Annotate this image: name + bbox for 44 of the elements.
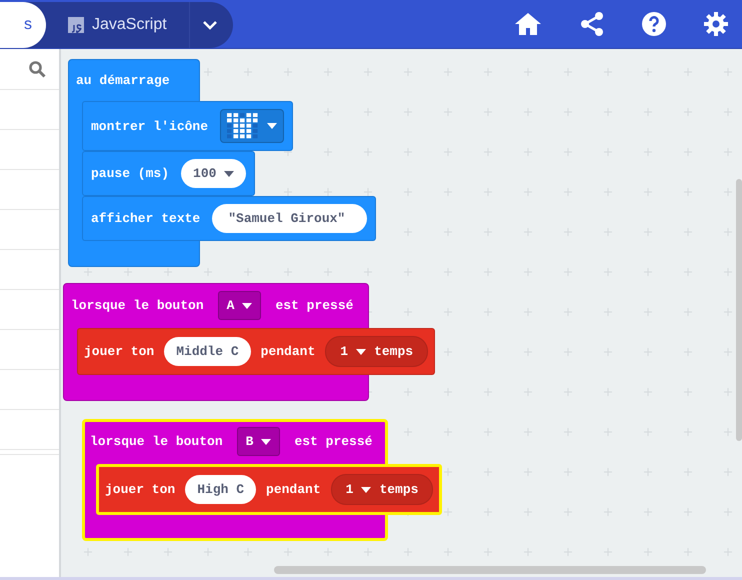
editor-tab[interactable]: JavaScript: [46, 2, 189, 48]
icon-dropdown[interactable]: [220, 109, 284, 143]
caret-icon: [261, 438, 272, 444]
caret-icon: [267, 123, 278, 129]
block-label: montrer l'icône: [91, 118, 208, 134]
caret-icon: [361, 486, 372, 492]
horizontal-scrollbar[interactable]: [274, 566, 706, 574]
note-field[interactable]: High C: [185, 475, 256, 504]
block-label: est pressé: [275, 298, 354, 313]
javascript-file-icon: [68, 17, 84, 33]
button-dropdown[interactable]: A: [218, 291, 262, 320]
caret-icon: [242, 302, 252, 308]
block-label: pendant: [260, 344, 316, 359]
help-icon[interactable]: [642, 12, 666, 36]
block-label: pendant: [266, 482, 321, 497]
search-icon[interactable]: [29, 61, 46, 78]
share-icon[interactable]: [580, 12, 604, 36]
caret-icon: [224, 170, 234, 176]
statement-block[interactable]: pause (ms) 100: [82, 151, 256, 196]
block-label: au démarrage: [76, 72, 170, 88]
block-label: lorsque le bouton: [71, 298, 204, 313]
block-label: lorsque le bouton: [90, 434, 223, 449]
vertical-scrollbar[interactable]: [736, 179, 742, 441]
chevron-down-icon: [202, 20, 218, 30]
note-field[interactable]: Middle C: [164, 337, 251, 366]
button-dropdown[interactable]: B: [236, 427, 280, 456]
text-field[interactable]: "Samuel Giroux": [212, 204, 368, 233]
block-label: jouer ton: [105, 482, 176, 497]
block-label: pause (ms): [91, 166, 170, 181]
statement-block[interactable]: montrer l'icône: [82, 101, 294, 151]
block-label: afficher texte: [91, 211, 200, 226]
home-icon[interactable]: [514, 12, 542, 36]
editor-tab[interactable]: s: [0, 2, 46, 48]
block-label: jouer ton: [84, 344, 154, 359]
settings-icon[interactable]: [704, 12, 728, 36]
beats-dropdown[interactable]: 1 temps: [325, 336, 428, 367]
pause-dropdown[interactable]: 100: [181, 159, 246, 188]
statement-block[interactable]: afficher texte "Samuel Giroux": [82, 196, 376, 241]
beats-dropdown[interactable]: 1 temps: [330, 474, 434, 505]
statement-block[interactable]: jouer ton Middle C pendant 1 temps: [77, 328, 436, 375]
statement-block[interactable]: jouer ton High C pendant 1 temps: [96, 464, 442, 515]
block-label: est pressé: [294, 434, 372, 449]
caret-icon: [356, 348, 366, 354]
led-grid-icon: [227, 113, 260, 139]
